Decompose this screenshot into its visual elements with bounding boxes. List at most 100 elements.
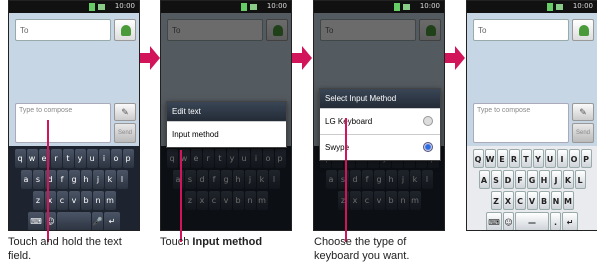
key-q[interactable]: q	[14, 149, 26, 168]
key-m[interactable]: M	[562, 191, 574, 210]
key-c[interactable]: c	[56, 191, 68, 210]
key-e[interactable]: E	[496, 149, 508, 168]
key-j[interactable]: j	[92, 170, 104, 189]
send-button[interactable]: Send	[572, 123, 594, 143]
key-b[interactable]: b	[80, 191, 92, 210]
swype-keyboard: QWERTYUIOP ASDFGHJKL ZXCVBNM ⌨ ☺ — . ↵	[467, 146, 597, 230]
keyboard-row: qwertyuiop	[11, 149, 137, 168]
key-v[interactable]: V	[526, 191, 538, 210]
edit-text-menu: Edit text Input method	[166, 101, 287, 148]
key-o[interactable]: o	[110, 149, 122, 168]
message-screen: To qwertyuiop asdfghjkl zxcvbnm Select I…	[314, 13, 444, 230]
key-k[interactable]: k	[104, 170, 116, 189]
status-bar: 10:00	[467, 1, 597, 13]
key-t[interactable]: t	[62, 149, 74, 168]
signal-icon	[89, 3, 95, 11]
emoji-key[interactable]: ☺	[503, 212, 514, 230]
key-m[interactable]: m	[104, 191, 116, 210]
compose-field[interactable]: Type to compose	[473, 103, 569, 143]
keyboard-row: zxcvbnm	[11, 191, 137, 210]
key-s[interactable]: s	[32, 170, 44, 189]
signal-icon	[547, 3, 553, 11]
key-w[interactable]: W	[484, 149, 496, 168]
arrow-right-icon	[140, 46, 160, 70]
key-r[interactable]: R	[508, 149, 520, 168]
key-z[interactable]: Z	[490, 191, 502, 210]
arrow-right-icon	[292, 46, 312, 70]
key-i[interactable]: i	[98, 149, 110, 168]
keyboard-row: asdfghjkl	[11, 170, 137, 189]
key-p[interactable]: P	[580, 149, 592, 168]
keyboard-row: QWERTYUIOP	[469, 149, 595, 168]
space-key[interactable]: —	[515, 212, 549, 230]
attach-button[interactable]: ✎	[572, 103, 594, 121]
key-o[interactable]: O	[568, 149, 580, 168]
option-swype[interactable]: Swype	[320, 134, 440, 160]
battery-icon	[250, 4, 257, 10]
key-n[interactable]: n	[92, 191, 104, 210]
battery-icon	[403, 4, 410, 10]
paperclip-icon: ✎	[579, 107, 587, 117]
send-button[interactable]: Send	[114, 123, 136, 143]
space-key[interactable]	[57, 212, 91, 230]
key-r[interactable]: r	[50, 149, 62, 168]
key-z[interactable]: z	[32, 191, 44, 210]
key-j[interactable]: J	[550, 170, 562, 189]
key-t[interactable]: T	[520, 149, 532, 168]
enter-key[interactable]: ↵	[562, 212, 578, 230]
to-field[interactable]: To	[15, 19, 111, 41]
key-n[interactable]: N	[550, 191, 562, 210]
contact-icon	[121, 25, 131, 36]
key-b[interactable]: B	[538, 191, 550, 210]
battery-icon	[98, 4, 105, 10]
radio-button[interactable]	[423, 116, 433, 126]
compose-field[interactable]: Type to compose	[15, 103, 111, 143]
key-v[interactable]: v	[68, 191, 80, 210]
key-d[interactable]: D	[502, 170, 514, 189]
key-g[interactable]: G	[526, 170, 538, 189]
key-f[interactable]: f	[56, 170, 68, 189]
key-l[interactable]: L	[574, 170, 586, 189]
key-g[interactable]: g	[68, 170, 80, 189]
key-c[interactable]: C	[514, 191, 526, 210]
status-clock: 10:00	[572, 2, 593, 10]
key-q[interactable]: Q	[472, 149, 484, 168]
pointer-line	[180, 150, 182, 242]
key-u[interactable]: u	[86, 149, 98, 168]
option-lg-keyboard[interactable]: LG Keyboard	[320, 108, 440, 134]
add-contact-button[interactable]	[572, 19, 594, 41]
next-key[interactable]: ↵	[104, 212, 120, 230]
key-h[interactable]: H	[538, 170, 550, 189]
key-k[interactable]: K	[562, 170, 574, 189]
add-contact-button[interactable]	[114, 19, 136, 41]
to-field[interactable]: To	[473, 19, 569, 41]
key-h[interactable]: h	[80, 170, 92, 189]
status-bar: 10:00	[161, 1, 291, 13]
dot-key[interactable]: .	[550, 212, 561, 230]
key-u[interactable]: U	[544, 149, 556, 168]
radio-button-selected[interactable]	[423, 142, 433, 152]
key-s[interactable]: S	[490, 170, 502, 189]
key-y[interactable]: y	[74, 149, 86, 168]
key-f[interactable]: F	[514, 170, 526, 189]
message-screen: To Type to compose ✎ Send QWERTYUIOP ASD…	[467, 13, 597, 230]
sym-key[interactable]: ⌨	[28, 212, 44, 230]
caption-step-2-prefix: Touch	[160, 236, 193, 248]
key-a[interactable]: A	[478, 170, 490, 189]
caption-step-3: Choose the type of keyboard you want.	[314, 235, 444, 263]
sym-key[interactable]: ⌨	[486, 212, 502, 230]
key-p[interactable]: p	[122, 149, 134, 168]
menu-item-input-method[interactable]: Input method	[167, 121, 286, 147]
attach-button[interactable]: ✎	[114, 103, 136, 121]
key-w[interactable]: w	[26, 149, 38, 168]
key-y[interactable]: Y	[532, 149, 544, 168]
phone-step-4: 10:00 To Type to compose ✎ Send QWERTYUI…	[466, 0, 597, 231]
key-i[interactable]: I	[556, 149, 568, 168]
caption-step-3-text: Choose the type of keyboard you want.	[314, 236, 410, 262]
status-clock: 10:00	[419, 2, 440, 10]
key-l[interactable]: l	[116, 170, 128, 189]
pointer-line	[345, 118, 347, 242]
key-x[interactable]: X	[502, 191, 514, 210]
mic-key[interactable]: 🎤	[92, 212, 103, 230]
key-a[interactable]: a	[20, 170, 32, 189]
